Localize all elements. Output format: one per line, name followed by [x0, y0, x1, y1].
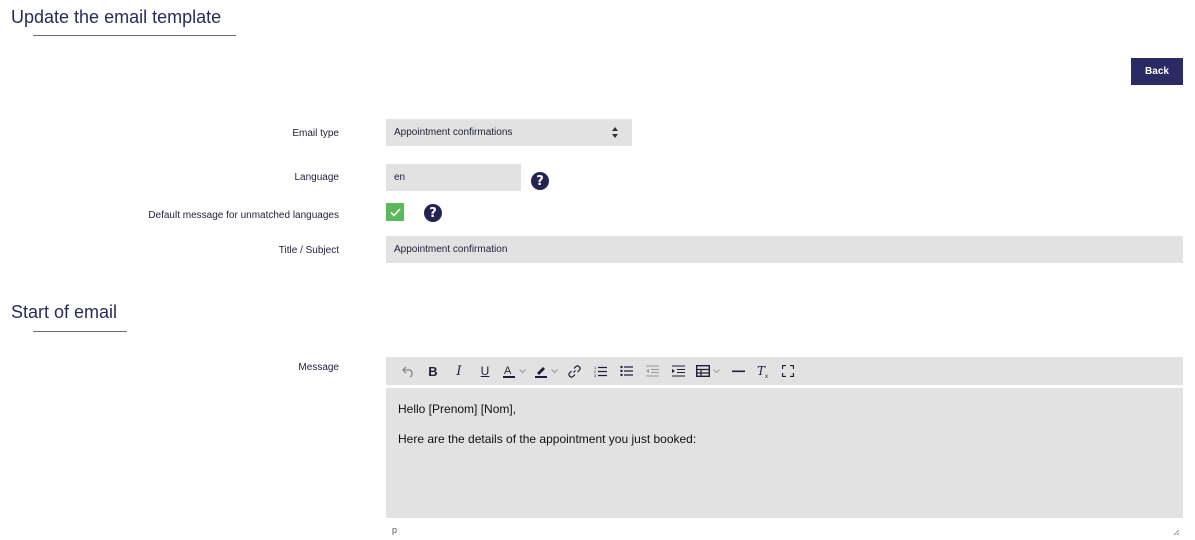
page-title: Update the email template: [11, 7, 222, 27]
message-editor[interactable]: Hello [Prenom] [Nom], Here are the detai…: [386, 388, 1183, 518]
ordered-list-icon[interactable]: 123: [592, 357, 608, 385]
email-type-value: Appointment confirmations: [394, 127, 513, 138]
title-underline: [33, 35, 236, 36]
language-help-icon[interactable]: ?: [531, 172, 549, 190]
email-type-label: Email type: [292, 128, 339, 139]
table-chevron-icon[interactable]: [713, 368, 720, 374]
editor-status-path: p: [392, 525, 398, 535]
subject-label: Title / Subject: [278, 245, 339, 256]
back-button[interactable]: Back: [1131, 58, 1183, 85]
outdent-icon[interactable]: [644, 357, 660, 385]
language-input[interactable]: en: [386, 164, 521, 191]
subject-value: Appointment confirmation: [394, 244, 508, 255]
text-color-icon[interactable]: A: [502, 357, 526, 385]
underline-icon[interactable]: U: [476, 357, 494, 385]
message-line-2: Here are the details of the appointment …: [398, 432, 697, 446]
link-icon[interactable]: [566, 357, 582, 385]
editor-toolbar: B I U A 123 Tx: [386, 357, 1183, 385]
svg-text:3: 3: [594, 373, 597, 377]
default-message-label: Default message for unmatched languages: [148, 210, 339, 221]
language-label: Language: [294, 172, 340, 183]
subject-input[interactable]: Appointment confirmation: [386, 236, 1183, 263]
message-line-1: Hello [Prenom] [Nom],: [398, 402, 517, 416]
highlight-chevron-icon[interactable]: [551, 368, 558, 374]
clear-format-icon[interactable]: Tx: [756, 357, 772, 385]
fullscreen-icon[interactable]: [780, 357, 796, 385]
message-label: Message: [298, 362, 339, 373]
table-icon[interactable]: [696, 357, 720, 385]
undo-icon[interactable]: [400, 357, 416, 385]
svg-text:A: A: [504, 365, 512, 377]
default-message-checkbox[interactable]: [386, 203, 404, 221]
text-color-chevron-icon[interactable]: [519, 368, 526, 374]
language-value: en: [394, 172, 406, 183]
resize-handle-icon[interactable]: [1172, 528, 1180, 536]
section-underline: [33, 331, 127, 332]
italic-icon[interactable]: I: [450, 357, 468, 385]
highlight-icon[interactable]: [534, 357, 558, 385]
bold-icon[interactable]: B: [424, 357, 442, 385]
check-icon: [389, 207, 401, 217]
svg-text:x: x: [765, 374, 768, 378]
default-message-help-icon[interactable]: ?: [424, 204, 442, 222]
section-title: Start of email: [11, 302, 118, 322]
select-arrows-icon: [612, 127, 618, 138]
email-type-select[interactable]: Appointment confirmations: [386, 119, 632, 146]
indent-icon[interactable]: [670, 357, 686, 385]
bullet-list-icon[interactable]: [618, 357, 634, 385]
horizontal-rule-icon[interactable]: [730, 357, 746, 385]
